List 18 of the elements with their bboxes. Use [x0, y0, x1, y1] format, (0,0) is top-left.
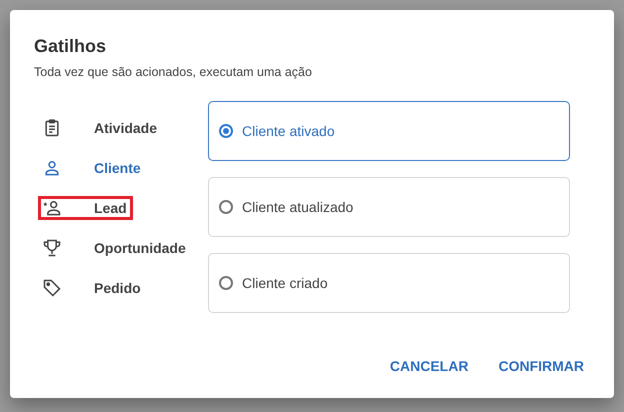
- dialog-button[interactable]: CANCELAR: [384, 352, 474, 380]
- trigger-option[interactable]: Cliente atualizado: [208, 177, 570, 237]
- person-star-icon: [42, 198, 62, 218]
- category-item[interactable]: Cliente: [38, 148, 145, 188]
- dialog-title: Gatilhos: [34, 36, 108, 57]
- category-item[interactable]: Pedido: [38, 268, 145, 308]
- trophy-icon: [42, 238, 62, 258]
- category-item[interactable]: Lead: [38, 196, 133, 220]
- trigger-option[interactable]: Cliente ativado: [208, 101, 570, 161]
- category-item[interactable]: Oportunidade: [38, 228, 190, 268]
- dialog-button[interactable]: CONFIRMAR: [492, 352, 590, 380]
- radio-button[interactable]: [219, 200, 233, 214]
- trigger-option[interactable]: Cliente criado: [208, 253, 570, 313]
- radio-button[interactable]: [219, 124, 233, 138]
- tag-icon: [42, 278, 62, 298]
- category-item[interactable]: Atividade: [38, 108, 162, 148]
- radio-button[interactable]: [219, 276, 233, 290]
- dialog-subtitle: Toda vez que são acionados, executam uma ação: [34, 65, 313, 79]
